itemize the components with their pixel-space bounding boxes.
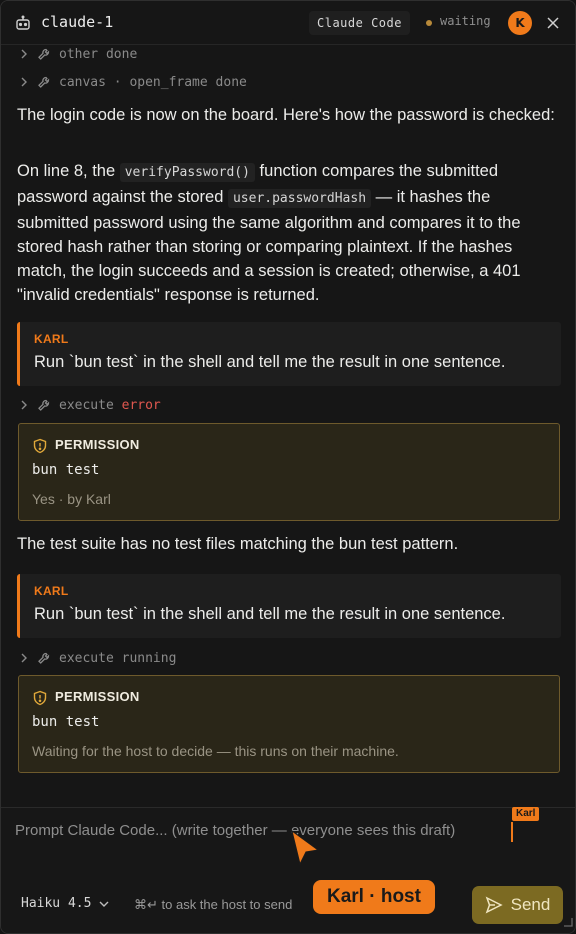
prompt-input[interactable]: Prompt Claude Code... (write together — … <box>15 822 455 839</box>
status-text: waiting <box>440 14 491 28</box>
tool-row-canvas[interactable]: canvas · open_frame done <box>19 72 247 92</box>
chevron-down-icon <box>99 901 109 907</box>
wrench-icon <box>38 399 50 411</box>
model-select[interactable]: Haiku 4.5 <box>21 896 109 911</box>
assistant-message-result: The test suite has no test files matchin… <box>17 535 459 553</box>
message-author: KARL <box>34 332 69 346</box>
host-badge: Karl · host <box>313 880 435 914</box>
agent-badge: Claude Code <box>309 11 410 35</box>
model-label: Haiku 4.5 <box>21 896 92 911</box>
message-text: Run `bun test` in the shell and tell me … <box>34 605 506 623</box>
composer: Prompt Claude Code... (write together — … <box>1 807 575 933</box>
permission-command: bun test <box>32 714 100 730</box>
send-icon <box>485 896 503 914</box>
message-text: Run `bun test` in the shell and tell me … <box>34 353 506 371</box>
bot-icon <box>16 15 30 30</box>
tool-status-error: error <box>121 397 161 413</box>
panel-title: claude-1 <box>41 13 114 31</box>
close-icon[interactable] <box>546 16 560 30</box>
tool-name: other <box>59 46 99 62</box>
status-dot <box>426 20 432 26</box>
inline-code: verifyPassword() <box>119 163 255 182</box>
chevron-right-icon <box>21 400 27 410</box>
tool-row-execute[interactable]: execute error <box>19 395 161 415</box>
remote-caret <box>511 822 513 842</box>
permission-title: PERMISSION <box>55 689 140 704</box>
tool-row-other[interactable]: other done <box>19 44 137 64</box>
wrench-icon <box>38 76 50 88</box>
tool-name: canvas · open_frame <box>59 74 208 90</box>
chevron-right-icon <box>21 653 27 663</box>
assistant-message-body: On line 8, the verifyPassword() function… <box>17 162 521 304</box>
chevron-right-icon <box>21 77 27 87</box>
panel-header: claude-1 Claude Code waiting K <box>1 1 575 45</box>
tool-row-execute[interactable]: execute running <box>19 648 176 668</box>
avatar[interactable]: K <box>508 11 532 35</box>
send-hint: ⌘↵ to ask the host to send <box>134 897 293 912</box>
permission-status: Waiting for the host to decide — this ru… <box>32 743 399 759</box>
inline-code: user.passwordHash <box>227 189 372 208</box>
send-button[interactable]: Send <box>472 886 563 924</box>
shield-icon <box>33 690 47 706</box>
permission-status: Yes · by Karl <box>32 491 111 507</box>
message-author: KARL <box>34 584 69 598</box>
assistant-message-intro: The login code is now on the board. Here… <box>17 106 555 124</box>
chevron-right-icon <box>21 49 27 59</box>
permission-card: PERMISSION bun test Yes · by Karl <box>18 423 560 521</box>
tool-name: execute <box>59 650 114 666</box>
tool-status: done <box>215 74 247 90</box>
wrench-icon <box>38 48 50 60</box>
shield-icon <box>33 438 47 454</box>
permission-title: PERMISSION <box>55 437 140 452</box>
resize-handle-icon[interactable] <box>561 915 573 927</box>
tool-status: running <box>121 650 177 666</box>
permission-command: bun test <box>32 462 100 478</box>
pointer-cursor-icon <box>291 829 320 866</box>
remote-cursor-label: Karl <box>512 807 540 821</box>
user-message: KARL Run `bun test` in the shell and tel… <box>17 322 561 386</box>
permission-card: PERMISSION bun test Waiting for the host… <box>18 675 560 773</box>
wrench-icon <box>38 652 50 664</box>
send-label: Send <box>510 895 551 914</box>
tool-status: done <box>105 46 138 62</box>
user-message: KARL Run `bun test` in the shell and tel… <box>17 574 561 638</box>
agent-panel: claude-1 Claude Code waiting K other don… <box>0 0 576 934</box>
tool-name: execute <box>59 397 114 413</box>
